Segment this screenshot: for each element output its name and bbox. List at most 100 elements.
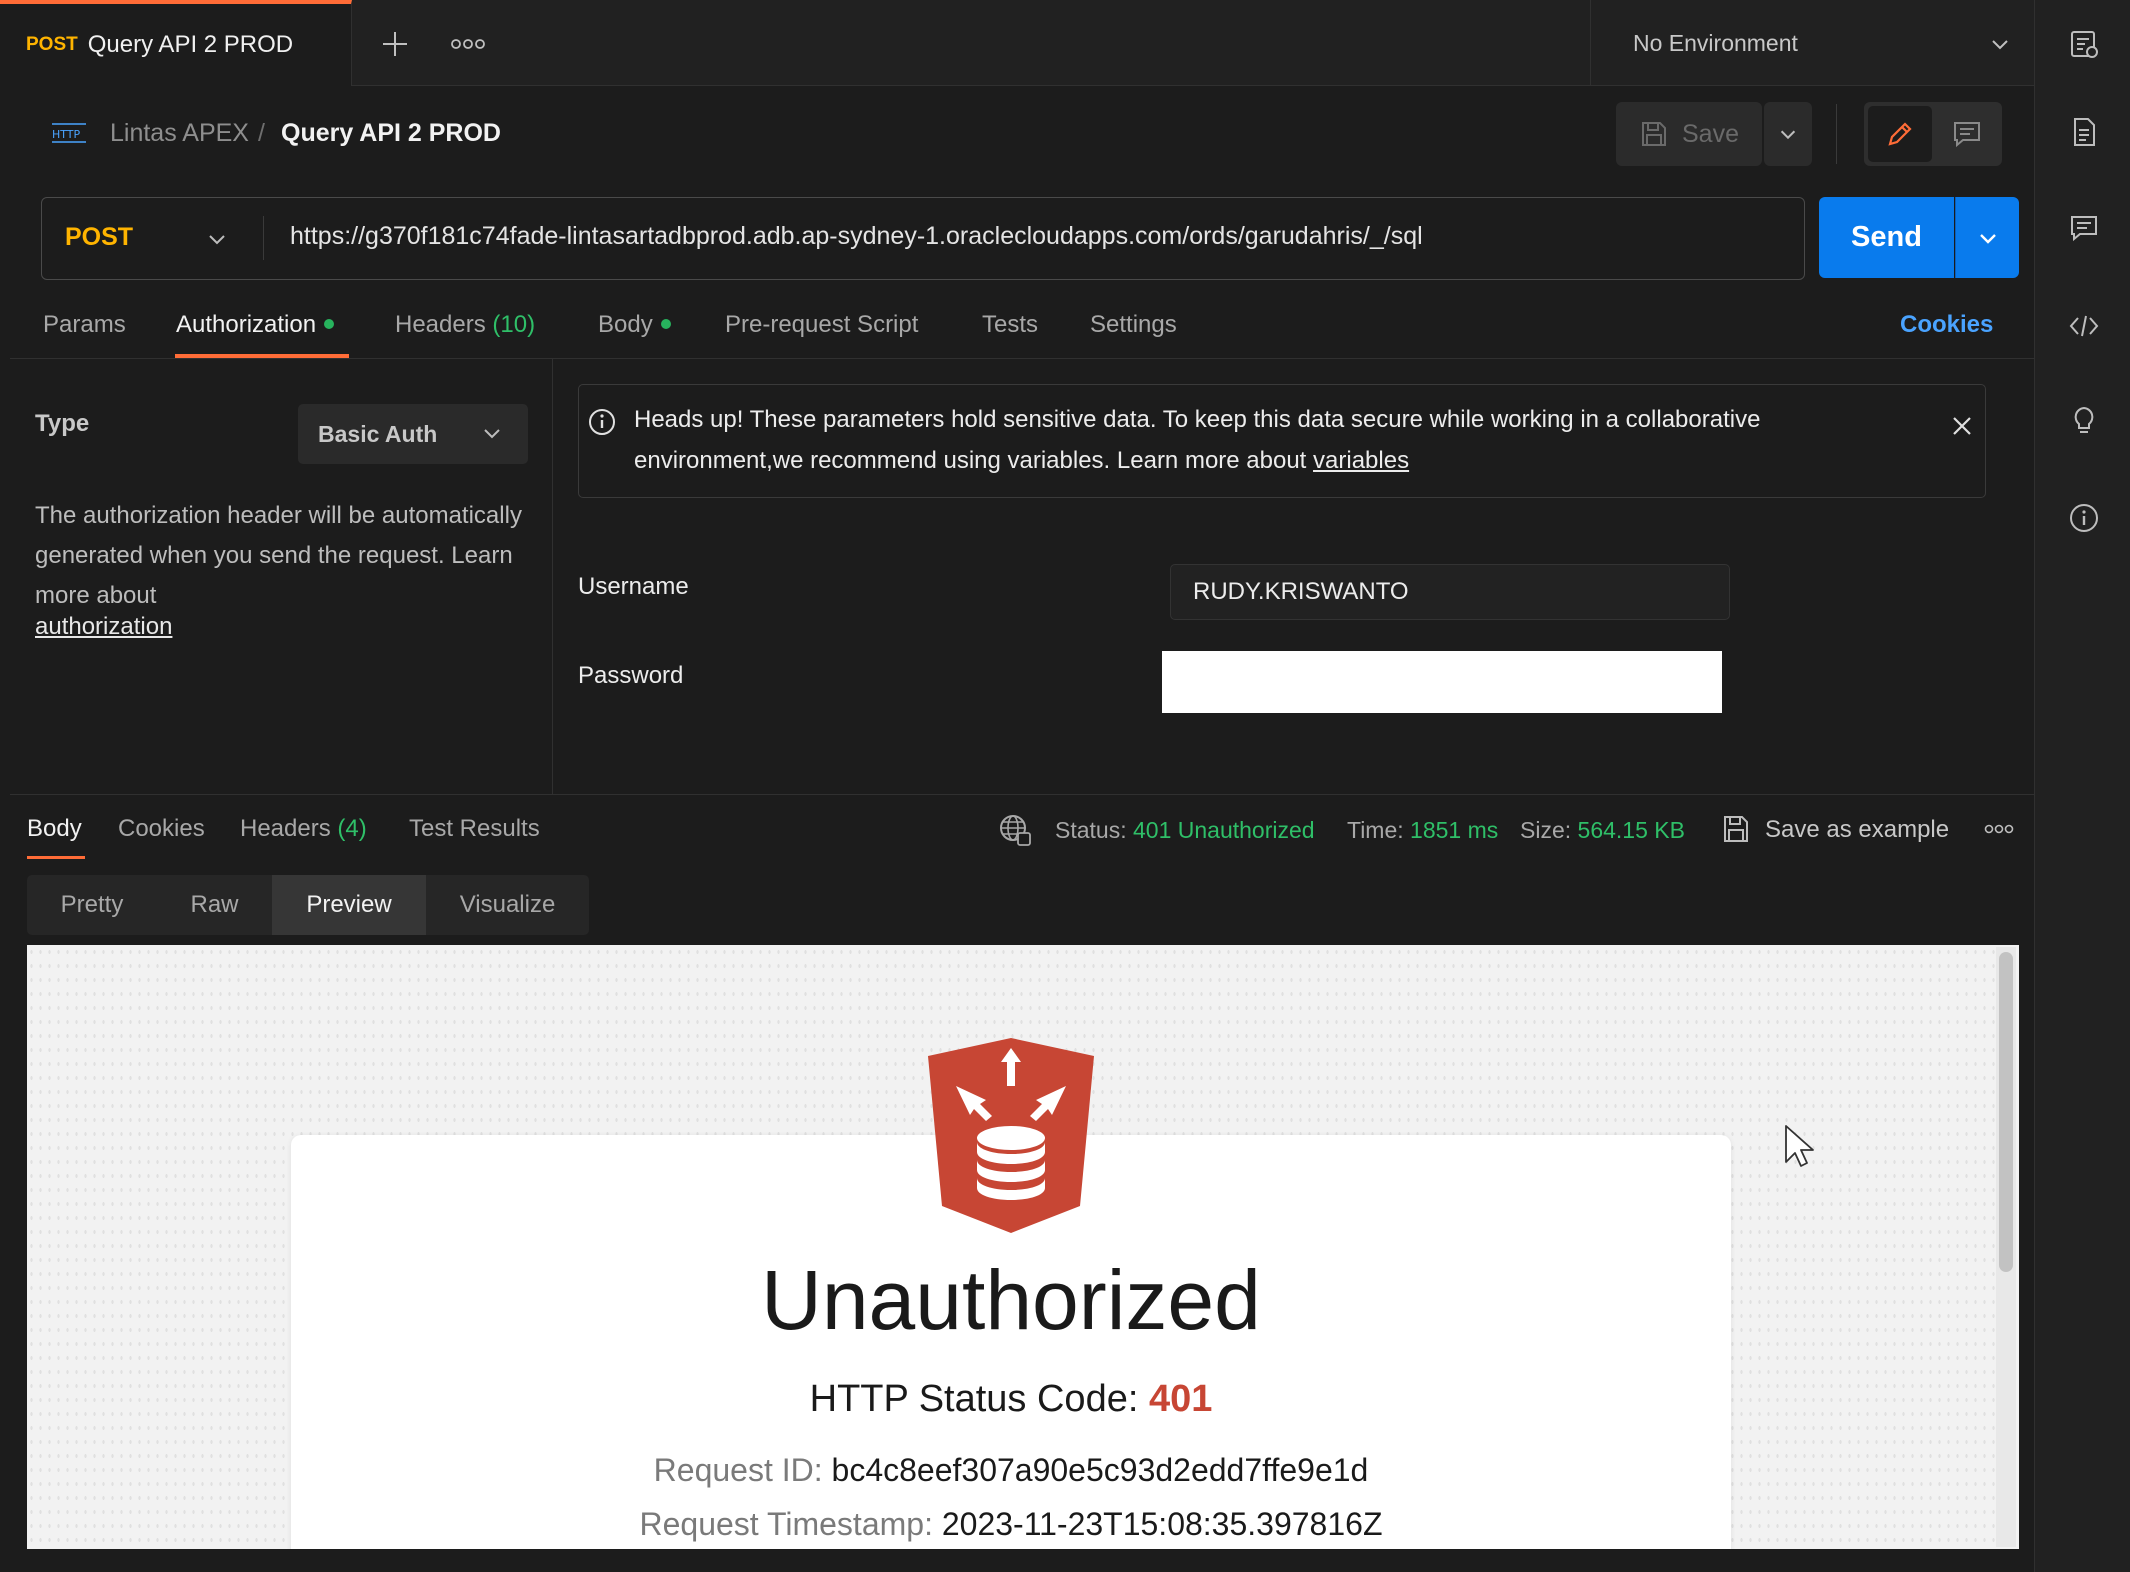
save-icon[interactable] — [1722, 814, 1750, 844]
environment-label: No Environment — [1633, 29, 1798, 56]
password-label: Password — [578, 662, 684, 689]
view-raw[interactable]: Raw — [157, 875, 272, 935]
active-tab-indicator — [27, 856, 85, 859]
divider — [552, 358, 553, 794]
more-icon[interactable] — [448, 34, 488, 54]
response-headers-count: (4) — [337, 815, 367, 842]
variables-link[interactable]: variables — [1313, 447, 1409, 474]
cursor-icon — [1784, 1124, 1814, 1168]
close-icon[interactable] — [1948, 412, 1976, 440]
alert-text-line1: Heads up! These parameters hold sensitiv… — [634, 406, 1761, 433]
size-value: 564.15 KB — [1577, 817, 1685, 843]
headers-count: (10) — [492, 311, 536, 338]
tab-settings[interactable]: Settings — [1090, 311, 1177, 339]
method-select[interactable]: POST — [65, 223, 133, 252]
time-value: 1851 ms — [1410, 817, 1499, 843]
http-icon: HTTP — [50, 118, 88, 148]
size-meta[interactable]: Size: 564.15 KB — [1520, 817, 1685, 844]
chevron-down-icon — [480, 421, 504, 445]
request-timestamp-value: 2023-11-23T15:08:35.397816Z — [941, 1506, 1383, 1542]
comment-icon[interactable] — [1936, 106, 1998, 162]
env-icon[interactable] — [2068, 28, 2100, 60]
divider — [263, 216, 264, 260]
modified-dot — [660, 318, 671, 329]
alert-text: environment,we recommend using variables… — [634, 447, 1314, 474]
time-meta[interactable]: Time: 1851 ms — [1347, 817, 1498, 844]
save-as-example-button[interactable]: Save as example — [1765, 816, 1949, 844]
tab-body-label: Body — [598, 311, 653, 338]
info-icon[interactable] — [2068, 502, 2100, 534]
svg-text:HTTP: HTTP — [52, 128, 81, 141]
globe-icon[interactable] — [998, 813, 1032, 847]
auth-description: The authorization header will be automat… — [35, 502, 522, 609]
save-icon — [1640, 120, 1682, 148]
status-code-label: HTTP Status Code: — [809, 1378, 1149, 1420]
tab-prerequest-script[interactable]: Pre-request Script — [725, 311, 918, 339]
status-label: Status: — [1055, 817, 1127, 843]
save-label: Save — [1682, 119, 1739, 148]
url-input[interactable]: https://g370f181c74fade-lintasartadbprod… — [290, 222, 1423, 251]
request-timestamp: Request Timestamp: 2023-11-23T15:08:35.3… — [291, 1506, 1731, 1543]
more-icon[interactable] — [1984, 822, 2014, 836]
edit-icon[interactable] — [1868, 106, 1932, 162]
sensitive-data-alert — [578, 384, 1986, 498]
scrollbar-thumb[interactable] — [1999, 952, 2013, 1272]
comment-icon[interactable] — [2068, 212, 2100, 244]
request-id-value: bc4c8eef307a90e5c93d2edd7ffe9e1d — [831, 1452, 1369, 1488]
response-headers-label: Headers — [240, 815, 331, 842]
tab-body[interactable]: Body — [598, 311, 671, 339]
response-tab-body[interactable]: Body — [27, 815, 82, 843]
tab-tests[interactable]: Tests — [982, 311, 1038, 339]
send-button[interactable]: Send — [1819, 197, 1954, 278]
chevron-down-icon — [1988, 32, 2012, 56]
request-tab[interactable]: POST Query API 2 PROD — [0, 0, 352, 86]
response-tab-cookies[interactable]: Cookies — [118, 815, 205, 843]
environment-selector[interactable]: No Environment — [1590, 0, 2034, 86]
chevron-down-icon — [1979, 233, 1996, 244]
password-field[interactable] — [1162, 651, 1722, 713]
document-icon[interactable] — [2068, 116, 2100, 148]
username-value: RUDY.KRISWANTO — [1193, 578, 1409, 605]
tab-method: POST — [26, 34, 78, 55]
username-label: Username — [578, 573, 689, 600]
response-tab-headers[interactable]: Headers (4) — [240, 815, 367, 843]
status-meta[interactable]: Status: 401 Unauthorized — [1055, 817, 1315, 844]
response-tab-test-results[interactable]: Test Results — [409, 815, 540, 843]
lightbulb-icon[interactable] — [2068, 404, 2100, 436]
bottom-edge — [0, 1549, 2034, 1572]
save-button[interactable]: Save — [1616, 102, 1762, 166]
divider — [10, 794, 2034, 795]
time-label: Time: — [1347, 817, 1404, 843]
breadcrumb-collection[interactable]: Lintas APEX — [110, 119, 249, 148]
tab-authorization-label: Authorization — [176, 311, 317, 338]
code-icon[interactable] — [2068, 310, 2100, 342]
authorization-link[interactable]: authorization — [35, 613, 172, 641]
http-status-code: HTTP Status Code: 401 — [291, 1378, 1731, 1421]
plus-icon[interactable] — [375, 24, 415, 64]
request-timestamp-label: Request Timestamp: — [639, 1506, 942, 1542]
cookies-link[interactable]: Cookies — [1900, 311, 1993, 339]
send-options-button[interactable] — [1955, 197, 2019, 278]
divider — [1836, 104, 1837, 164]
view-pretty[interactable]: Pretty — [27, 875, 157, 935]
username-field[interactable]: RUDY.KRISWANTO — [1170, 564, 1730, 620]
alert-text-line2: environment,we recommend using variables… — [634, 447, 1409, 475]
oracle-rest-logo — [928, 1038, 1094, 1233]
size-label: Size: — [1520, 817, 1572, 843]
auth-type-value: Basic Auth — [318, 420, 438, 447]
status-code-value: 401 — [1148, 1378, 1213, 1420]
tab-headers[interactable]: Headers (10) — [395, 311, 535, 339]
view-visualize[interactable]: Visualize — [426, 875, 589, 935]
tab-headers-label: Headers — [395, 311, 486, 338]
status-value: 401 Unauthorized — [1133, 817, 1315, 843]
tab-params[interactable]: Params — [43, 311, 126, 339]
breadcrumb-request-name[interactable]: Query API 2 PROD — [281, 119, 501, 148]
request-id: Request ID: bc4c8eef307a90e5c93d2edd7ffe… — [291, 1452, 1731, 1489]
tab-authorization[interactable]: Authorization — [176, 311, 335, 339]
save-options-button[interactable] — [1764, 102, 1812, 166]
view-preview[interactable]: Preview — [272, 875, 426, 935]
auth-type-label: Type — [35, 410, 90, 437]
modified-dot — [324, 318, 335, 329]
chevron-down-icon[interactable] — [205, 227, 229, 251]
chevron-down-icon — [1780, 130, 1796, 140]
